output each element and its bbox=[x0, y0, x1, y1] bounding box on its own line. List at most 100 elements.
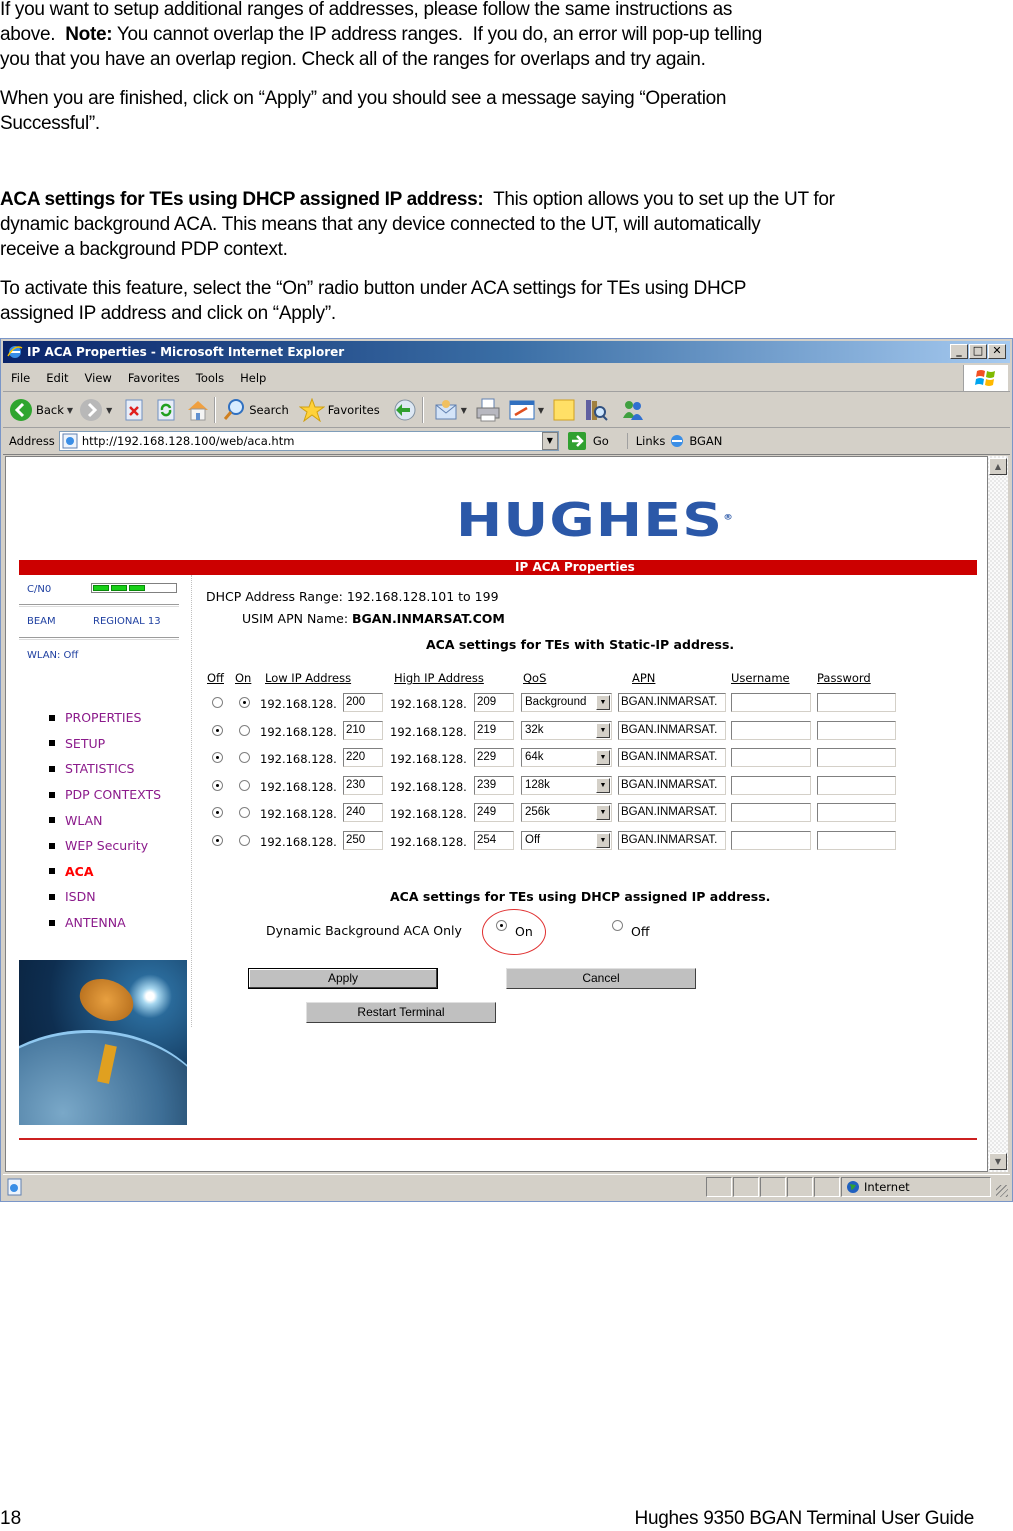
mail-button[interactable]: ▼ bbox=[434, 398, 467, 422]
nav-item-properties[interactable]: PROPERTIES bbox=[49, 705, 161, 731]
low-ip-input[interactable]: 250 bbox=[343, 831, 383, 850]
chevron-down-icon[interactable]: ▼ bbox=[596, 750, 610, 766]
restart-terminal-button[interactable]: Restart Terminal bbox=[306, 1002, 496, 1023]
dropdown-arrow-icon[interactable]: ▼ bbox=[67, 406, 73, 415]
chevron-down-icon[interactable]: ▼ bbox=[596, 722, 610, 738]
cancel-button[interactable]: Cancel bbox=[506, 968, 696, 989]
nav-item-antenna[interactable]: ANTENNA bbox=[49, 910, 161, 936]
apn-input[interactable]: BGAN.INMARSAT. bbox=[618, 803, 726, 823]
discuss-button[interactable] bbox=[552, 398, 576, 422]
address-dropdown-arrow-icon[interactable]: ▼ bbox=[541, 432, 558, 450]
search-button[interactable]: Search bbox=[222, 398, 289, 422]
chevron-down-icon[interactable]: ▼ bbox=[596, 833, 610, 848]
password-input[interactable] bbox=[817, 775, 896, 795]
username-input[interactable] bbox=[731, 775, 811, 795]
high-ip-input[interactable]: 209 bbox=[474, 693, 514, 712]
history-button[interactable] bbox=[392, 398, 418, 422]
apn-input[interactable]: BGAN.INMARSAT. bbox=[618, 748, 726, 768]
col-on[interactable]: On bbox=[235, 671, 251, 685]
low-ip-input[interactable]: 220 bbox=[343, 748, 383, 768]
dropdown-arrow-icon[interactable]: ▼ bbox=[538, 406, 544, 415]
row-on-radio[interactable] bbox=[239, 697, 250, 708]
qos-select[interactable]: 32k ▼ bbox=[521, 720, 612, 740]
dynamic-off-radio[interactable] bbox=[612, 920, 623, 931]
links-label[interactable]: Links bbox=[636, 434, 666, 448]
vertical-scrollbar[interactable]: ▲ ▼ bbox=[988, 456, 1008, 1172]
col-password[interactable]: Password bbox=[817, 671, 871, 685]
nav-item-pdp-contexts[interactable]: PDP CONTEXTS bbox=[49, 782, 161, 808]
chevron-down-icon[interactable]: ▼ bbox=[596, 695, 610, 710]
dropdown-arrow-icon[interactable]: ▼ bbox=[106, 406, 112, 415]
minimize-button[interactable]: _ bbox=[950, 344, 968, 359]
row-off-radio[interactable] bbox=[212, 807, 223, 819]
high-ip-input[interactable]: 219 bbox=[474, 720, 514, 740]
password-input[interactable] bbox=[817, 693, 896, 712]
password-input[interactable] bbox=[817, 720, 896, 740]
close-button[interactable]: ✕ bbox=[988, 344, 1006, 359]
nav-item-setup[interactable]: SETUP bbox=[49, 731, 161, 757]
apn-input[interactable]: BGAN.INMARSAT. bbox=[618, 831, 726, 850]
password-input[interactable] bbox=[817, 831, 896, 850]
row-on-radio[interactable] bbox=[239, 779, 250, 791]
stop-button[interactable] bbox=[124, 399, 144, 421]
qos-select[interactable]: 64k ▼ bbox=[521, 748, 612, 768]
refresh-button[interactable] bbox=[156, 399, 176, 421]
forward-button[interactable]: ▼ bbox=[79, 398, 112, 422]
password-input[interactable] bbox=[817, 803, 896, 823]
username-input[interactable] bbox=[731, 693, 811, 712]
row-off-radio[interactable] bbox=[212, 752, 223, 764]
row-off-radio[interactable] bbox=[212, 697, 223, 708]
back-button[interactable]: Back ▼ bbox=[9, 398, 73, 422]
col-apn[interactable]: APN bbox=[632, 671, 655, 685]
low-ip-input[interactable]: 240 bbox=[343, 803, 383, 823]
menu-edit[interactable]: Edit bbox=[38, 371, 76, 385]
address-input[interactable]: http://192.168.128.100/web/aca.htm ▼ bbox=[58, 431, 559, 451]
chevron-down-icon[interactable]: ▼ bbox=[596, 805, 610, 821]
qos-select[interactable]: 128k ▼ bbox=[521, 775, 612, 795]
qos-select[interactable]: Background ▼ bbox=[521, 693, 612, 712]
messenger-button[interactable] bbox=[620, 398, 646, 422]
scroll-up-arrow-icon[interactable]: ▲ bbox=[989, 458, 1007, 475]
row-on-radio[interactable] bbox=[239, 807, 250, 819]
home-button[interactable] bbox=[186, 398, 210, 422]
row-off-radio[interactable] bbox=[212, 779, 223, 791]
maximize-button[interactable]: □ bbox=[969, 344, 987, 359]
row-off-radio[interactable] bbox=[212, 835, 223, 846]
high-ip-input[interactable]: 229 bbox=[474, 748, 514, 768]
menu-help[interactable]: Help bbox=[232, 371, 274, 385]
row-off-radio[interactable] bbox=[212, 724, 223, 736]
row-on-radio[interactable] bbox=[239, 752, 250, 764]
high-ip-input[interactable]: 249 bbox=[474, 803, 514, 823]
apn-input[interactable]: BGAN.INMARSAT. bbox=[618, 693, 726, 712]
low-ip-input[interactable]: 200 bbox=[343, 693, 383, 712]
password-input[interactable] bbox=[817, 748, 896, 768]
apn-input[interactable]: BGAN.INMARSAT. bbox=[618, 720, 726, 740]
menu-file[interactable]: File bbox=[3, 371, 38, 385]
chevron-down-icon[interactable]: ▼ bbox=[596, 777, 610, 793]
col-username[interactable]: Username bbox=[731, 671, 790, 685]
apn-input[interactable]: BGAN.INMARSAT. bbox=[618, 775, 726, 795]
low-ip-input[interactable]: 230 bbox=[343, 775, 383, 795]
go-button[interactable]: Go bbox=[567, 431, 609, 451]
favorites-button[interactable]: Favorites bbox=[298, 398, 380, 422]
title-bar[interactable]: IP ACA Properties - Microsoft Internet E… bbox=[3, 341, 1010, 363]
nav-item-statistics[interactable]: STATISTICS bbox=[49, 756, 161, 782]
high-ip-input[interactable]: 239 bbox=[474, 775, 514, 795]
col-qos[interactable]: QoS bbox=[523, 671, 546, 685]
apply-button[interactable]: Apply bbox=[248, 968, 438, 989]
col-low-ip[interactable]: Low IP Address bbox=[265, 671, 351, 685]
scroll-down-arrow-icon[interactable]: ▼ bbox=[989, 1153, 1007, 1170]
qos-select[interactable]: Off ▼ bbox=[521, 831, 612, 850]
username-input[interactable] bbox=[731, 720, 811, 740]
link-bgan[interactable]: BGAN bbox=[689, 434, 722, 448]
dropdown-arrow-icon[interactable]: ▼ bbox=[461, 406, 467, 415]
research-button[interactable] bbox=[584, 398, 608, 422]
nav-item-wep-security[interactable]: WEP Security bbox=[49, 833, 161, 859]
menu-tools[interactable]: Tools bbox=[188, 371, 232, 385]
col-off[interactable]: Off bbox=[207, 671, 224, 685]
edit-button[interactable]: ▼ bbox=[509, 399, 544, 421]
qos-select[interactable]: 256k ▼ bbox=[521, 803, 612, 823]
print-button[interactable] bbox=[475, 398, 501, 422]
high-ip-input[interactable]: 254 bbox=[474, 831, 514, 850]
resize-grip-icon[interactable] bbox=[996, 1185, 1008, 1197]
